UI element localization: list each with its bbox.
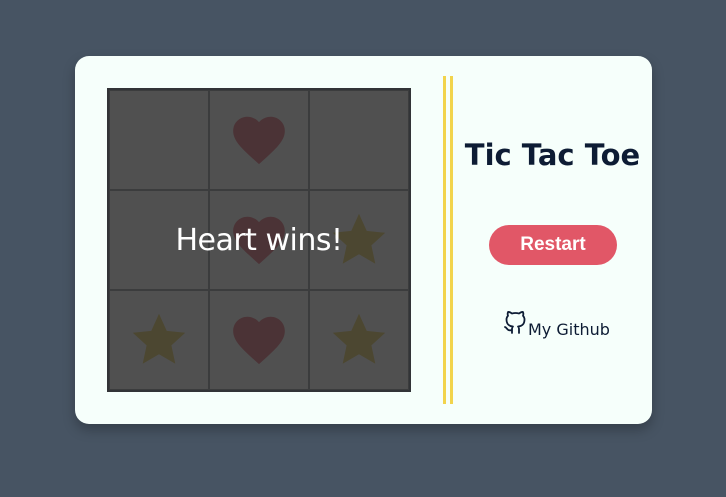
page-title: Tic Tac Toe (464, 138, 641, 172)
github-icon (504, 310, 526, 334)
github-link[interactable]: My Github (503, 310, 610, 339)
board-cell-0-1[interactable] (209, 90, 309, 190)
board-cell-2-2[interactable] (309, 290, 409, 390)
board-cell-0-0[interactable] (109, 90, 209, 190)
star-icon (332, 213, 386, 264)
heart-icon (233, 216, 285, 265)
game-card: Heart wins! Tic Tac Toe Restart My Githu… (75, 56, 652, 424)
restart-button[interactable]: Restart (489, 225, 617, 265)
github-label: My Github (528, 320, 610, 339)
board-cell-2-0[interactable] (109, 290, 209, 390)
board-cell-2-1[interactable] (209, 290, 309, 390)
heart-icon (233, 316, 285, 365)
board-cell-1-0[interactable] (109, 190, 209, 290)
star-icon (132, 313, 186, 364)
board-cell-1-1[interactable] (209, 190, 309, 290)
game-board (107, 88, 411, 392)
board-cell-0-2[interactable] (309, 90, 409, 190)
heart-icon (233, 116, 285, 165)
divider (443, 76, 453, 404)
board-cell-1-2[interactable] (309, 190, 409, 290)
star-icon (332, 313, 386, 364)
